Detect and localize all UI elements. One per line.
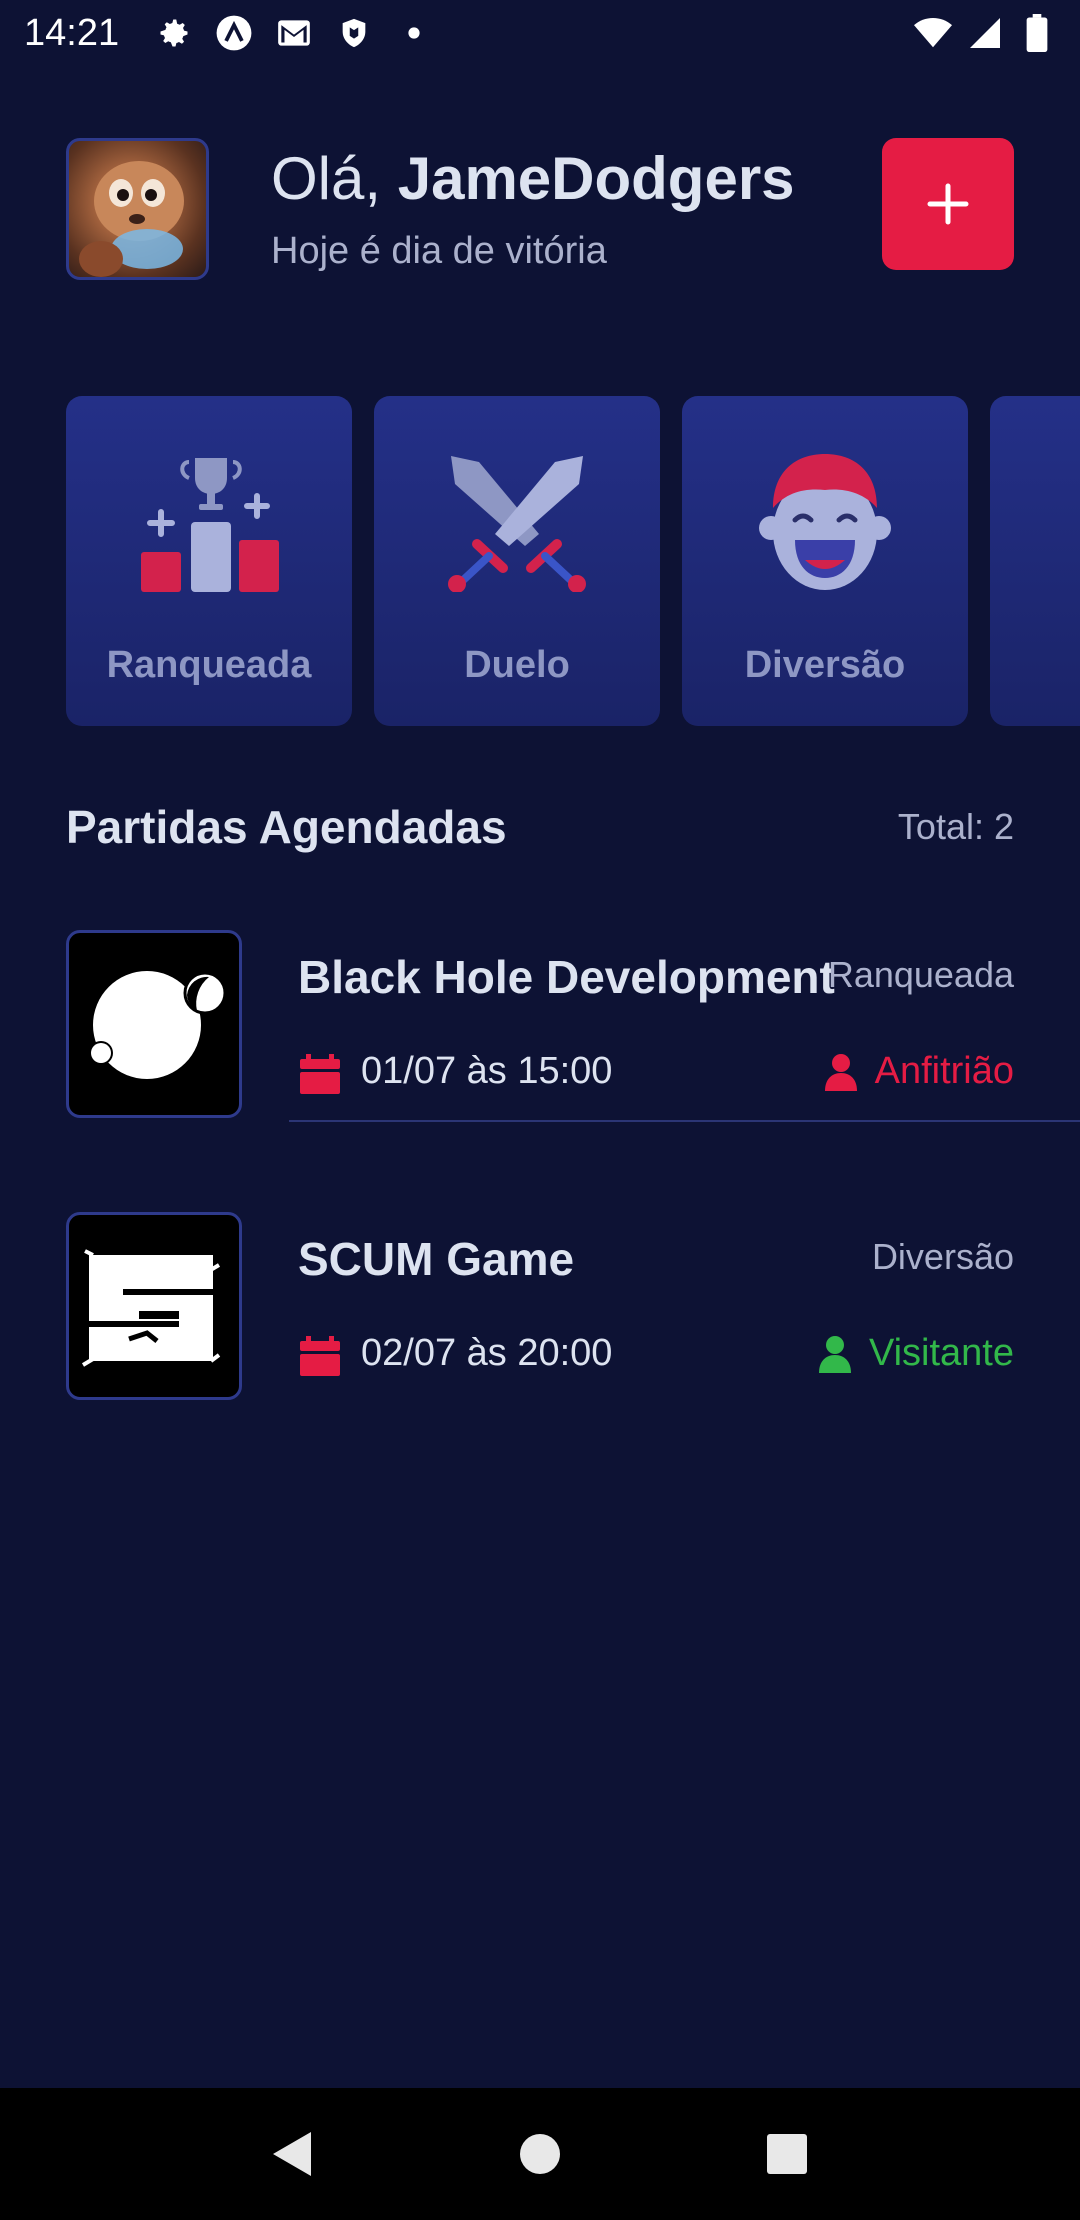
- shield-icon: [335, 14, 373, 52]
- match-date: 02/07 às 20:00: [361, 1332, 613, 1374]
- status-time: 14:21: [24, 11, 120, 54]
- fun-icon: [759, 454, 891, 590]
- battery-icon: [1018, 14, 1056, 52]
- user-icon: [824, 1053, 857, 1091]
- back-triangle-icon: [273, 2132, 312, 2176]
- greeting-prefix: Olá,: [271, 145, 382, 212]
- match-category: Ranqueada: [827, 954, 1014, 995]
- plus-icon: [927, 183, 969, 225]
- match-thumbnail: [66, 930, 242, 1118]
- system-nav-bar: [0, 2088, 1080, 2220]
- avatar[interactable]: [66, 138, 209, 280]
- back-button[interactable]: [263, 2124, 323, 2184]
- calendar-icon: [300, 1336, 340, 1376]
- match-role: Visitante: [818, 1332, 1014, 1375]
- wifi-icon: [914, 14, 952, 52]
- status-bar: 14:21: [0, 0, 1080, 66]
- app-notification-icon: [215, 14, 253, 52]
- match-category: Diversão: [871, 1236, 1014, 1277]
- category-diversao[interactable]: Diversão: [682, 396, 968, 726]
- match-role: Anfitrião: [824, 1050, 1014, 1093]
- user-icon: [818, 1335, 851, 1373]
- dot-icon: [395, 14, 433, 52]
- section-title: Partidas Agendadas: [66, 801, 507, 853]
- category-label: Diversão: [744, 644, 906, 686]
- category-label: Duelo: [464, 644, 570, 686]
- ranked-icon: [141, 458, 279, 592]
- header: Olá, JameDodgers Hoje é dia de vitória: [66, 138, 1014, 280]
- black-hole-logo-icon: [89, 971, 227, 1079]
- calendar-icon: [300, 1054, 340, 1094]
- category-ranqueada[interactable]: Ranqueada: [66, 396, 352, 726]
- match-thumbnail: [66, 1212, 242, 1400]
- category-partial[interactable]: [990, 396, 1080, 726]
- category-list: Ranqueada Duelo Diversão: [66, 396, 1080, 726]
- match-item[interactable]: SCUM Game Diversão 02/07 às 20:00 Visita…: [66, 1212, 1080, 1402]
- username: JameDodgers: [397, 145, 795, 212]
- greeting-subtitle: Hoje é dia de vitória: [271, 230, 607, 272]
- greeting: Olá, JameDodgers: [271, 144, 795, 213]
- recents-square-icon: [766, 2134, 807, 2174]
- status-system-icons: [914, 14, 1056, 52]
- gmail-icon: [275, 14, 313, 52]
- section-total: Total: 2: [897, 806, 1014, 847]
- scum-logo-icon: [81, 1249, 221, 1367]
- match-role-label: Visitante: [868, 1332, 1014, 1374]
- category-label: Ranqueada: [106, 644, 312, 686]
- recents-button[interactable]: [757, 2124, 817, 2184]
- status-notification-icons: [155, 14, 433, 52]
- match-date: 01/07 às 15:00: [361, 1050, 613, 1092]
- category-duelo[interactable]: Duelo: [374, 396, 660, 726]
- settings-icon: [155, 14, 193, 52]
- add-match-button[interactable]: [882, 138, 1014, 270]
- match-role-label: Anfitrião: [874, 1050, 1014, 1092]
- signal-icon: [966, 14, 1004, 52]
- home-button[interactable]: [510, 2124, 570, 2184]
- match-title: Black Hole Development: [298, 951, 835, 1003]
- avatar-image: [79, 161, 184, 277]
- partial-icon: [1043, 452, 1080, 592]
- divider: [289, 1120, 1080, 1122]
- match-title: SCUM Game: [298, 1233, 575, 1285]
- duel-icon: [448, 456, 586, 592]
- match-item[interactable]: Black Hole Development Ranqueada 01/07 à…: [66, 930, 1080, 1122]
- home-circle-icon: [519, 2134, 560, 2174]
